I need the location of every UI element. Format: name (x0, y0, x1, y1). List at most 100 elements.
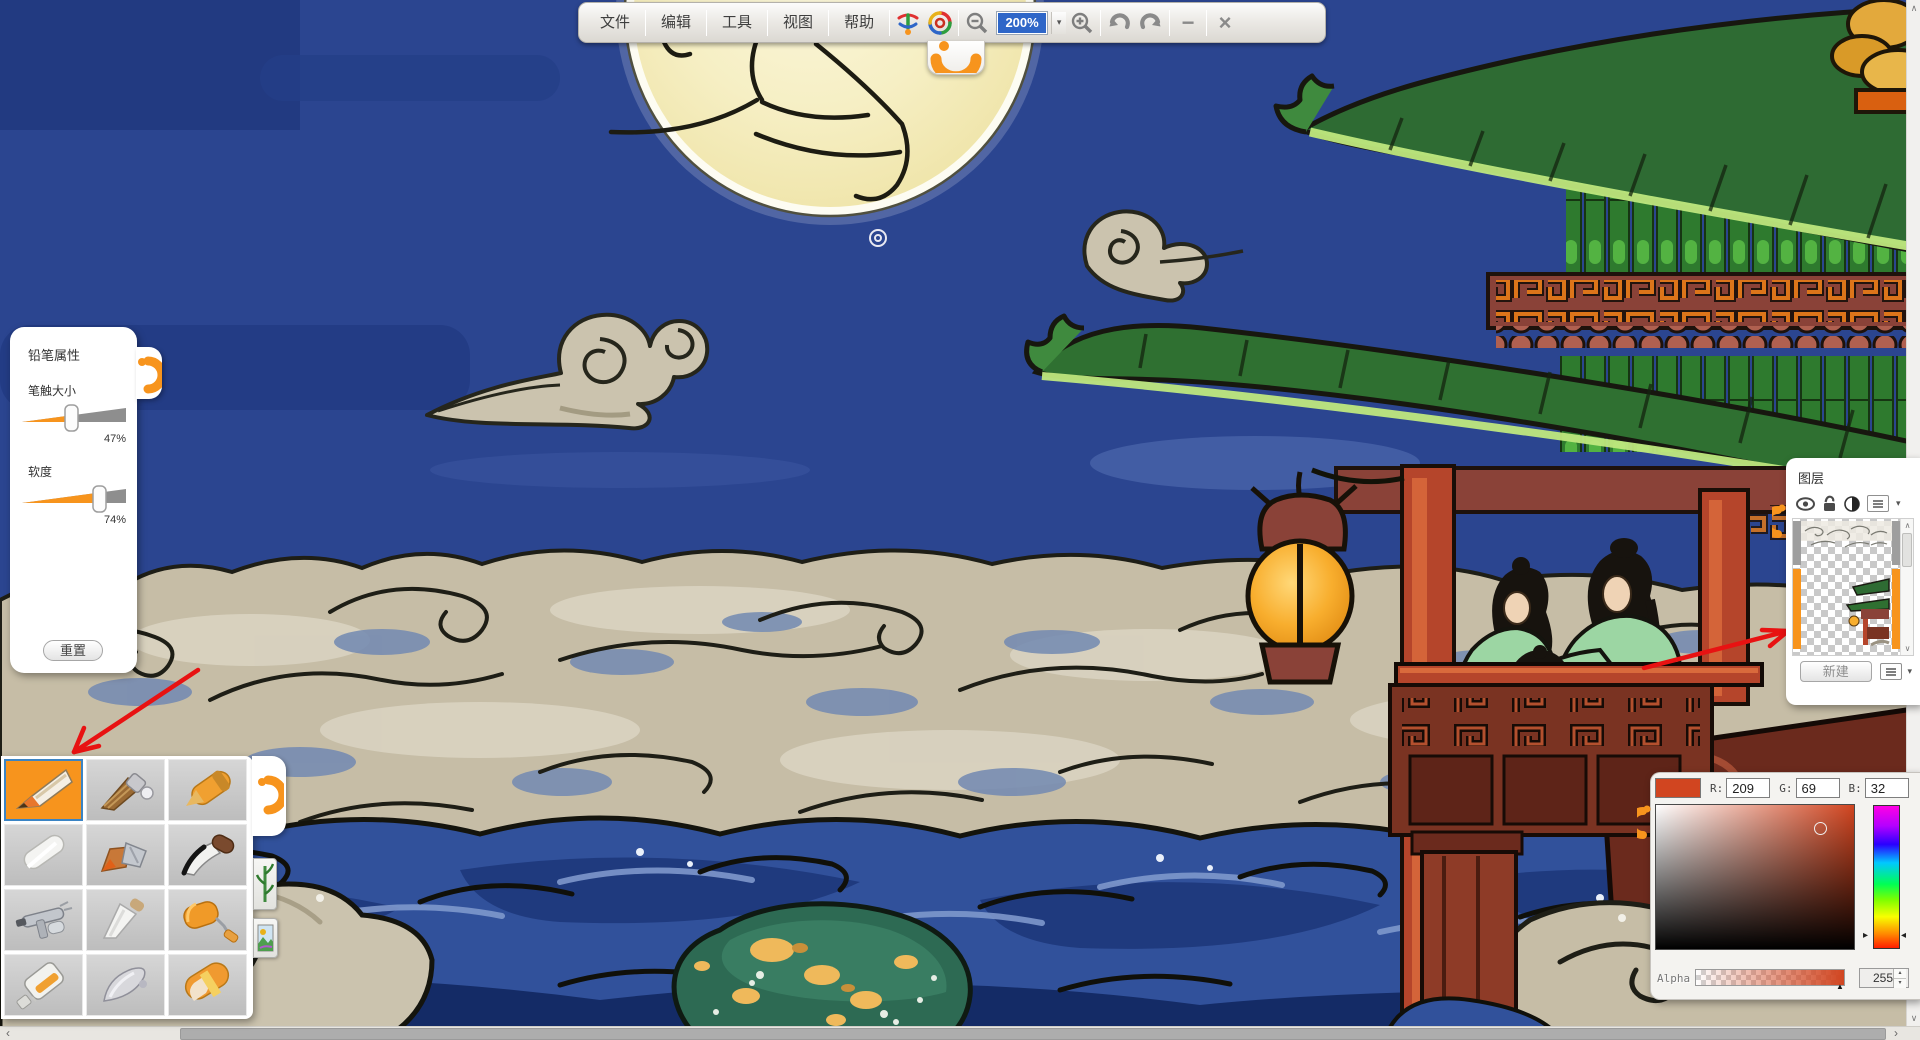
scroll-down-icon: ∨ (1911, 1013, 1918, 1023)
spin-down-button[interactable]: ▾ (1894, 979, 1906, 988)
tool-brush[interactable] (86, 759, 165, 821)
color-cursor[interactable] (1814, 822, 1827, 835)
layer-list-scrollbar[interactable]: ∧ ∨ (1900, 519, 1913, 655)
scroll-up-button[interactable]: ∧ (1907, 0, 1920, 16)
zoom-level-input[interactable] (998, 13, 1046, 33)
minimize-button[interactable]: − (1172, 7, 1204, 39)
scroll-right-icon: › (1894, 1026, 1898, 1040)
slider-thumb (93, 486, 106, 512)
tool-palette-knife[interactable] (86, 889, 165, 951)
brush-size-slider[interactable] (22, 403, 126, 433)
drawing-canvas[interactable] (0, 0, 1920, 1040)
separator (645, 10, 646, 36)
visibility-eye-icon[interactable] (1796, 497, 1815, 511)
brush-size-value: 47% (20, 433, 126, 445)
tool-ink-brush[interactable] (168, 824, 247, 886)
panel-title: 图层 (1798, 468, 1920, 487)
close-icon: × (1219, 13, 1232, 33)
tool-panel (1, 756, 253, 1019)
horizontal-scrollbar[interactable]: ‹ › (0, 1026, 1920, 1040)
chevron-down-icon: ▾ (1057, 17, 1062, 28)
layer-menu-button[interactable] (1867, 495, 1889, 512)
separator (1100, 10, 1101, 36)
hue-marker-left-icon[interactable]: ▸ (1863, 931, 1868, 941)
chevron-down-icon: ▾ (1896, 498, 1901, 509)
bamboo-stamp-tab[interactable] (253, 858, 277, 910)
new-layer-button[interactable]: 新建 (1800, 661, 1872, 682)
brush-size-label: 笔触大小 (28, 382, 127, 399)
green-input[interactable] (1796, 778, 1840, 798)
scroll-up-icon[interactable]: ∧ (1901, 519, 1914, 532)
tool-roller[interactable] (168, 889, 247, 951)
alpha-label: Alpha (1657, 972, 1690, 985)
scroll-down-button[interactable]: ∨ (1907, 1010, 1920, 1026)
blue-input[interactable] (1865, 778, 1909, 798)
layer-list: ∧ ∨ (1792, 518, 1914, 656)
tool-grid (4, 759, 250, 1016)
menu-tools[interactable]: 工具 (709, 3, 765, 42)
alpha-marker-icon[interactable]: ▲ (1836, 982, 1844, 991)
current-color-swatch[interactable] (1655, 778, 1701, 798)
hue-marker-right-icon[interactable]: ◂ (1901, 931, 1906, 941)
scroll-down-icon[interactable]: ∨ (1901, 642, 1914, 655)
separator (958, 10, 959, 36)
redo-button[interactable] (1135, 7, 1167, 39)
menu-view[interactable]: 视图 (770, 3, 826, 42)
layer-row-top[interactable] (1793, 521, 1900, 565)
separator (828, 10, 829, 36)
undo-button[interactable] (1103, 7, 1135, 39)
zoom-level-combo (996, 11, 1048, 35)
mascot-swirl-icon[interactable] (924, 7, 956, 39)
layer-row-selected[interactable] (1793, 569, 1900, 649)
tool-pastel[interactable] (86, 954, 165, 1016)
picture-stamp-tab[interactable] (253, 918, 278, 958)
menu-file[interactable]: 文件 (587, 3, 643, 42)
app-window: ∧ ∨ ‹ › 文件 编辑 工具 视图 帮助 ▾ (0, 0, 1920, 1040)
green-label: G: (1779, 782, 1792, 795)
panel-title: 铅笔属性 (28, 345, 127, 364)
opacity-icon[interactable] (1844, 496, 1860, 512)
layer-scroll-thumb[interactable] (1902, 533, 1912, 567)
lock-icon[interactable] (1822, 495, 1837, 512)
mascot-figure-icon[interactable] (892, 7, 924, 39)
menu-edit[interactable]: 编辑 (648, 3, 704, 42)
tool-airbrush[interactable] (4, 889, 83, 951)
alpha-input[interactable] (1860, 969, 1893, 987)
minimize-icon: − (1182, 13, 1195, 33)
tool-paint-tube[interactable] (4, 954, 83, 1016)
spin-up-button[interactable]: ▴ (1894, 969, 1906, 979)
scroll-up-icon: ∧ (1911, 3, 1918, 13)
panel-grip[interactable] (136, 347, 162, 399)
slider-thumb (65, 405, 78, 431)
saturation-value-picker[interactable] (1655, 804, 1855, 950)
tool-chalk[interactable] (4, 824, 83, 886)
railing (1396, 664, 1762, 685)
pencil-properties-panel: 铅笔属性 笔触大小 47% 软度 74% 重置 (10, 327, 137, 673)
blue-label: B: (1849, 782, 1862, 795)
scroll-right-button[interactable]: › (1888, 1027, 1904, 1040)
close-button[interactable]: × (1209, 7, 1241, 39)
tool-crayon[interactable] (168, 759, 247, 821)
softness-label: 软度 (28, 463, 127, 480)
alpha-slider[interactable] (1695, 969, 1845, 986)
zoom-dropdown-button[interactable]: ▾ (1051, 12, 1066, 34)
hue-slider[interactable] (1873, 805, 1900, 949)
color-panel-grip[interactable] (1637, 797, 1652, 845)
tool-pencil[interactable] (4, 759, 83, 821)
zoom-out-button[interactable] (961, 7, 993, 39)
tool-eraser[interactable] (168, 954, 247, 1016)
separator (1169, 10, 1170, 36)
layers-panel-grip[interactable] (1772, 496, 1787, 544)
toolbar-grip[interactable] (927, 41, 985, 75)
menu-help[interactable]: 帮助 (831, 3, 887, 42)
red-input[interactable] (1726, 778, 1770, 798)
alpha-spinner: ▴ ▾ (1859, 968, 1909, 988)
zoom-in-button[interactable] (1066, 7, 1098, 39)
tool-panel-grip[interactable] (252, 756, 286, 836)
scroll-left-button[interactable]: ‹ (0, 1027, 16, 1040)
softness-slider[interactable] (22, 484, 126, 514)
tool-paintbrush[interactable] (86, 824, 165, 886)
horizontal-scroll-thumb[interactable] (180, 1028, 1886, 1040)
layer-options-button[interactable] (1880, 663, 1902, 680)
reset-button[interactable]: 重置 (43, 640, 103, 661)
